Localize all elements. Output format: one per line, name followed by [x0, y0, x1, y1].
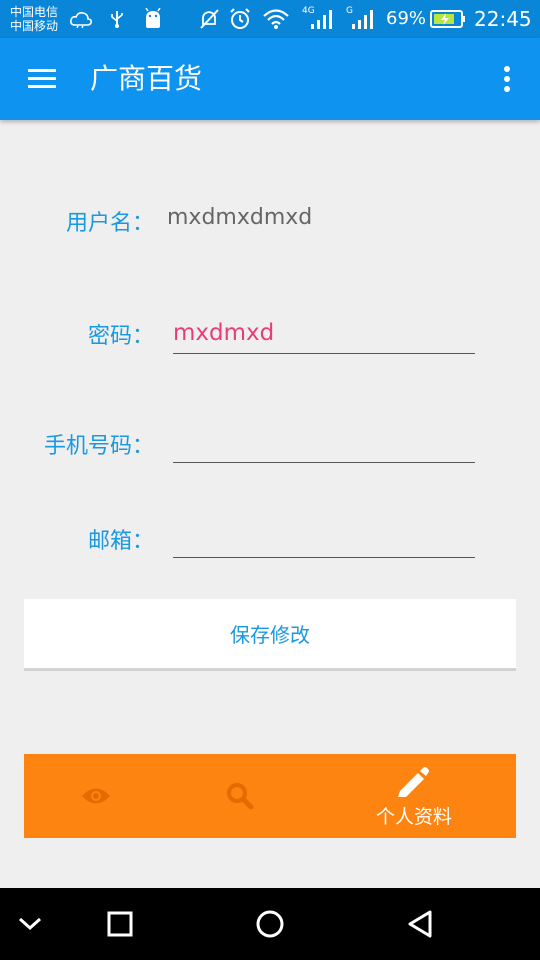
carrier-2: 中国移动 — [10, 19, 59, 33]
signal-icon — [349, 0, 375, 38]
tab-eye[interactable] — [44, 754, 148, 838]
pencil-icon — [396, 765, 430, 801]
usb-icon — [108, 0, 126, 38]
home-circle-icon[interactable] — [230, 888, 310, 960]
clock: 22:45 — [474, 7, 532, 31]
save-button[interactable]: 保存修改 — [24, 599, 516, 671]
email-label: 邮箱： — [87, 529, 154, 554]
signal-icon — [308, 0, 334, 38]
phone-field[interactable] — [173, 422, 475, 462]
tab-profile-label: 个人资料 — [375, 806, 452, 828]
tab-search[interactable] — [188, 754, 292, 838]
username-value: mxdmxdmxd — [167, 205, 313, 230]
status-bar: 中国电信 中国移动 4G G 69% 22:45 — [0, 0, 540, 38]
hamburger-menu-icon[interactable] — [26, 64, 58, 94]
recents-square-icon[interactable] — [80, 888, 160, 960]
back-triangle-icon[interactable] — [380, 888, 460, 960]
eye-icon — [81, 785, 111, 811]
mute-icon — [197, 0, 221, 38]
battery-percent: 69% — [386, 8, 427, 29]
email-field[interactable] — [173, 517, 475, 557]
email-field-wrapper — [173, 517, 475, 558]
battery-icon — [430, 0, 466, 38]
system-nav-bar — [0, 888, 540, 960]
phone-field-wrapper — [173, 422, 475, 463]
app-bar: 广商百货 — [0, 38, 540, 120]
search-icon — [226, 782, 254, 814]
carrier-info: 中国电信 中国移动 — [10, 5, 58, 33]
chevron-down-icon[interactable] — [0, 888, 70, 960]
password-field[interactable] — [173, 313, 475, 353]
more-vert-icon[interactable] — [494, 64, 520, 94]
save-button-label: 保存修改 — [230, 623, 310, 647]
app-title: 广商百货 — [90, 62, 203, 95]
alarm-icon — [227, 0, 253, 38]
phone-label: 手机号码： — [43, 434, 154, 459]
password-field-wrapper — [173, 313, 475, 354]
bottom-tab-bar: 个人资料 — [24, 754, 516, 838]
wifi-icon — [262, 0, 290, 38]
cloud-icon — [68, 0, 94, 38]
password-label: 密码： — [87, 324, 154, 349]
username-label: 用户名： — [65, 211, 154, 236]
carrier-1: 中国电信 — [10, 5, 59, 19]
android-icon — [142, 0, 164, 38]
